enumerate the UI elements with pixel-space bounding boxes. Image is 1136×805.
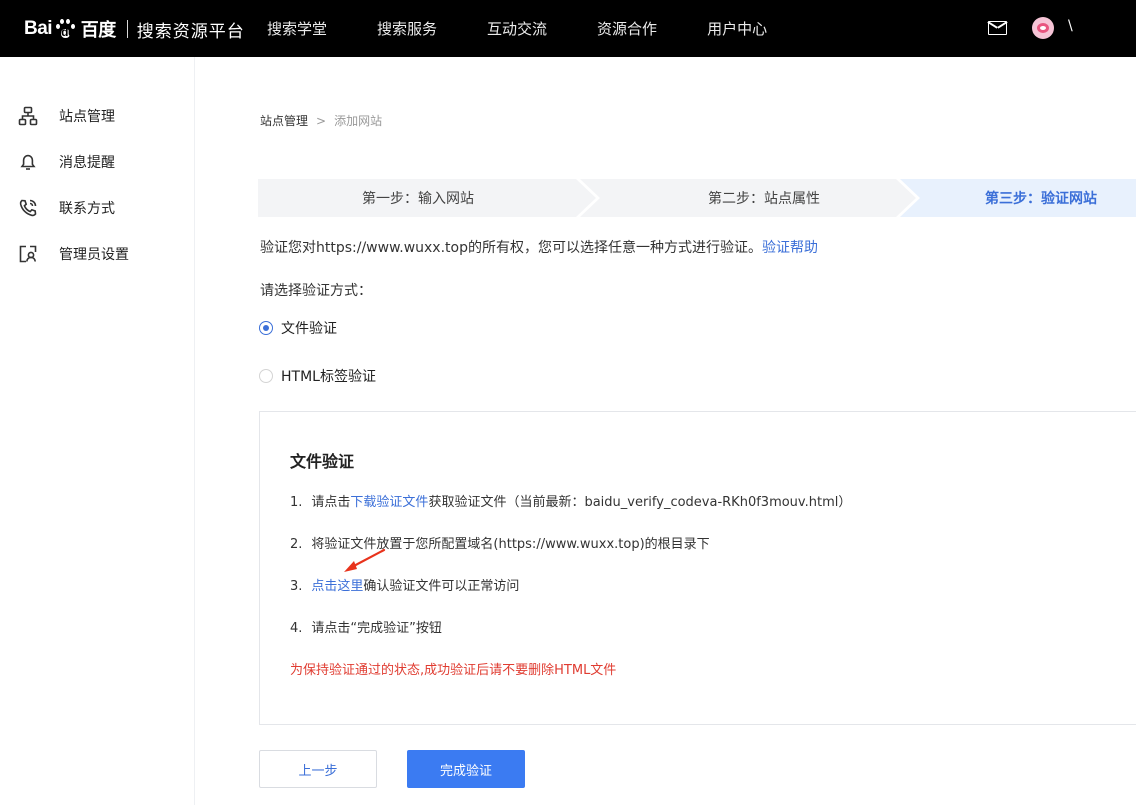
breadcrumb: 站点管理 > 添加网站 <box>260 112 382 129</box>
sidebar-item-label: 联系方式 <box>59 201 115 217</box>
sidebar-item-site-management[interactable]: 站点管理 <box>18 104 115 128</box>
previous-step-button[interactable]: 上一步 <box>259 750 377 788</box>
sitemap-icon <box>18 106 38 126</box>
panel-title: 文件验证 <box>290 452 355 471</box>
sidebar-item-label: 管理员设置 <box>59 247 129 263</box>
mail-icon[interactable] <box>988 21 1007 35</box>
admin-icon <box>19 245 37 263</box>
step-1: 第一步：输入网站 <box>362 191 474 207</box>
nav-item-partnership[interactable]: 资源合作 <box>597 18 657 39</box>
chevron-right-icon: > <box>316 113 327 128</box>
instruction-step-1: 1. 请点击下载验证文件获取验证文件（当前最新：baidu_verify_code… <box>290 495 852 510</box>
sidebar-item-label: 站点管理 <box>59 109 115 125</box>
radio-checked-icon[interactable] <box>259 321 273 335</box>
radio-label: HTML标签验证 <box>281 369 376 385</box>
sidebar-item-messages[interactable]: 消息提醒 <box>18 150 115 174</box>
username[interactable]: \ <box>1068 18 1073 34</box>
nav-item-user-center[interactable]: 用户中心 <box>707 18 767 39</box>
intro-text: 验证您对https://www.wuxx.top的所有权，您可以选择任意一种方式… <box>260 240 762 256</box>
instruction-step-3: 3. 点击这里确认验证文件可以正常访问 <box>290 579 520 594</box>
radio-html-tag-verification[interactable]: HTML标签验证 <box>259 366 376 386</box>
step-2: 第二步：站点属性 <box>708 191 820 207</box>
nav-item-learning[interactable]: 搜索学堂 <box>267 18 327 39</box>
sidebar-item-admin-settings[interactable]: 管理员设置 <box>18 242 129 266</box>
sidebar-item-label: 消息提醒 <box>59 155 115 171</box>
nav-item-community[interactable]: 互动交流 <box>487 18 547 39</box>
logo-divider <box>126 20 128 38</box>
radio-label: 文件验证 <box>281 321 337 337</box>
phone-icon <box>19 199 37 217</box>
click-here-link[interactable]: 点击这里 <box>311 579 363 594</box>
step-progress: 第一步：输入网站 第二步：站点属性 第三步：验证网站 <box>258 179 1136 217</box>
choose-method-label: 请选择验证方式： <box>260 283 372 299</box>
step-3-active: 第三步：验证网站 <box>985 191 1097 207</box>
sidebar-item-contact[interactable]: 联系方式 <box>18 196 115 220</box>
instruction-step-4: 4. 请点击“完成验证”按钮 <box>290 621 442 636</box>
verification-help-link[interactable]: 验证帮助 <box>762 240 818 256</box>
file-verification-panel: 文件验证 1. 请点击下载验证文件获取验证文件（当前最新：baidu_verify… <box>259 411 1136 725</box>
platform-name: 搜索资源平台 <box>136 21 245 42</box>
breadcrumb-root[interactable]: 站点管理 <box>260 112 308 129</box>
top-navigation-bar: Bai du 百度 搜索资源平台 搜索学堂 搜索服务 互动交流 资源合作 用户中… <box>0 0 1136 57</box>
avatar[interactable] <box>1032 17 1054 39</box>
main-nav: 搜索学堂 搜索服务 互动交流 资源合作 用户中心 <box>267 0 817 57</box>
annotation-arrow-icon <box>344 548 386 572</box>
complete-verification-button[interactable]: 完成验证 <box>407 750 525 788</box>
radio-file-verification[interactable]: 文件验证 <box>259 318 337 338</box>
warning-text: 为保持验证通过的状态,成功验证后请不要删除HTML文件 <box>290 663 617 678</box>
baidu-logo[interactable]: Bai du 百度 搜索资源平台 <box>24 12 245 46</box>
logo-wordmark: Bai du 百度 <box>24 18 116 40</box>
breadcrumb-current: 添加网站 <box>334 114 383 128</box>
download-verification-file-link[interactable]: 下载验证文件 <box>350 495 428 510</box>
bell-icon <box>20 154 36 170</box>
verification-intro: 验证您对https://www.wuxx.top的所有权，您可以选择任意一种方式… <box>260 237 818 257</box>
radio-unchecked-icon[interactable] <box>259 369 273 383</box>
nav-item-services[interactable]: 搜索服务 <box>377 18 437 39</box>
sidebar: 站点管理 消息提醒 联系方式 管理员设置 <box>0 57 195 805</box>
